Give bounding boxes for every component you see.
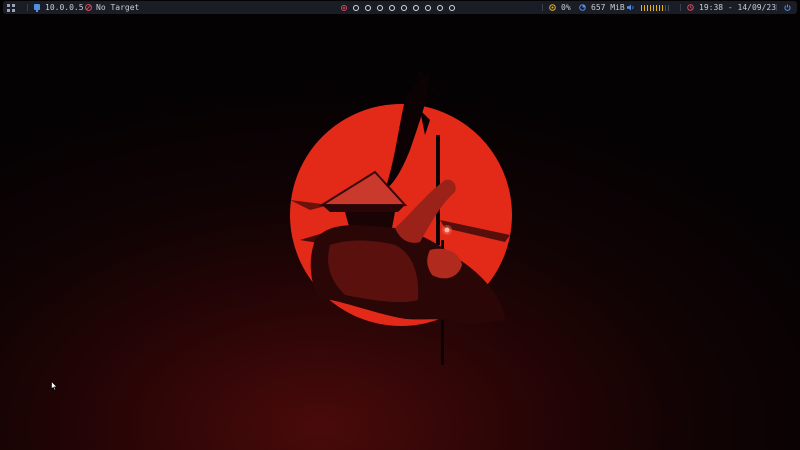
memory-usage: 657 MiB — [591, 3, 625, 12]
cpu-usage: 0% — [561, 3, 571, 12]
volume-bar-segment — [662, 4, 663, 11]
volume-bar-segment — [641, 4, 642, 11]
workspace-7[interactable] — [413, 4, 419, 11]
cpu-icon — [549, 4, 556, 11]
divider — [776, 4, 777, 11]
clock-text: 19:38 - 14/09/23 — [699, 3, 777, 12]
workspace-switcher — [341, 1, 455, 14]
workspace-2[interactable] — [353, 4, 359, 11]
target-label: No Target — [96, 3, 140, 12]
divider — [542, 4, 543, 11]
workspace-8[interactable] — [425, 4, 431, 11]
desktop-wallpaper — [290, 61, 512, 365]
power-icon — [784, 4, 791, 11]
divider — [27, 4, 28, 11]
target-indicator[interactable]: No Target — [85, 1, 139, 14]
volume-bar-segment — [665, 4, 666, 11]
volume-indicator[interactable] — [627, 1, 669, 14]
clock[interactable]: 19:38 - 14/09/23 — [687, 1, 776, 14]
target-icon — [85, 4, 92, 11]
menu-button[interactable] — [7, 1, 15, 14]
volume-bar-segment — [668, 4, 669, 11]
cpu-indicator[interactable]: 0% — [549, 1, 571, 14]
mouse-cursor-icon — [51, 381, 58, 391]
workspace-9[interactable] — [437, 4, 443, 11]
memory-icon — [579, 4, 586, 11]
workspace-1[interactable] — [341, 4, 347, 11]
workspace-4[interactable] — [377, 4, 383, 11]
workspace-10[interactable] — [449, 4, 455, 11]
volume-bar-segment — [659, 4, 660, 11]
ip-indicator[interactable]: 10.0.0.5 — [34, 1, 84, 14]
workspace-5[interactable] — [389, 4, 395, 11]
workspace-3[interactable] — [365, 4, 371, 11]
volume-bar-segment — [656, 4, 657, 11]
volume-slider[interactable] — [641, 1, 669, 14]
volume-icon — [627, 4, 634, 11]
volume-bar-segment — [650, 4, 651, 11]
ip-address: 10.0.0.5 — [45, 3, 84, 12]
volume-bar-segment — [653, 4, 654, 11]
top-status-bar: 10.0.0.5 No Target 0% 657 MiB 19:38 - 14… — [3, 1, 797, 14]
menu-grid-icon — [7, 3, 15, 12]
divider — [680, 4, 681, 11]
volume-bar-segment — [647, 4, 648, 11]
memory-indicator[interactable]: 657 MiB — [579, 1, 625, 14]
volume-bar-segment — [644, 4, 645, 11]
workspace-6[interactable] — [401, 4, 407, 11]
power-button[interactable] — [784, 1, 791, 14]
clock-icon — [687, 4, 694, 11]
network-icon — [34, 3, 40, 12]
